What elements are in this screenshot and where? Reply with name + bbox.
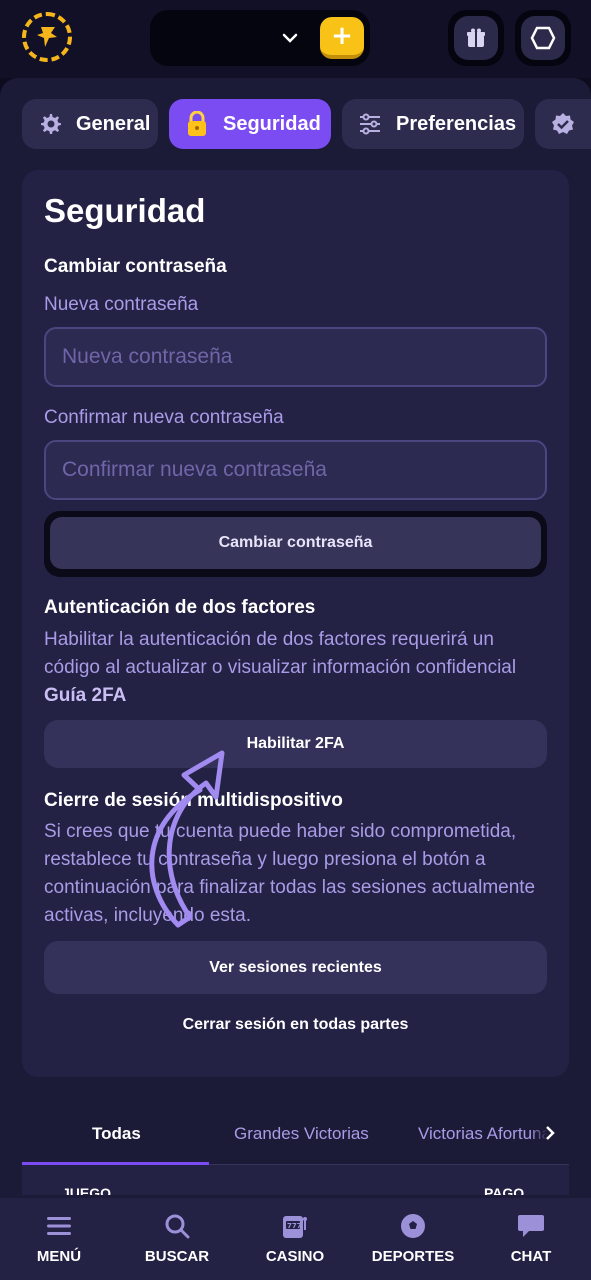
tab-label: General bbox=[76, 112, 151, 135]
confirm-password-label: Confirmar nueva contraseña bbox=[44, 407, 284, 428]
bets-table-header: JUEGO PAGO bbox=[22, 1165, 569, 1195]
search-icon bbox=[163, 1212, 191, 1240]
tab-label: Seguridad bbox=[223, 112, 321, 135]
slot-machine-icon: 777 bbox=[281, 1212, 309, 1240]
settings-tabs: General Seguridad Preferencias bbox=[22, 99, 591, 149]
nav-casino[interactable]: 777 CASINO bbox=[236, 1198, 354, 1280]
gift-button[interactable] bbox=[448, 10, 504, 66]
gear-icon bbox=[36, 110, 64, 138]
tab-verification[interactable] bbox=[535, 99, 591, 149]
two-factor-heading: Autenticación de dos factores bbox=[44, 597, 316, 618]
profile-button[interactable] bbox=[515, 10, 571, 66]
lucky-seven-logo-icon[interactable] bbox=[22, 12, 72, 62]
verified-badge-icon bbox=[549, 110, 577, 138]
nav-label: DEPORTES bbox=[371, 1248, 455, 1265]
menu-icon bbox=[45, 1212, 73, 1240]
change-password-button-frame: Cambiar contraseña bbox=[44, 511, 547, 577]
top-bar: + bbox=[0, 0, 591, 78]
tab-label: Preferencias bbox=[396, 112, 517, 135]
nav-search[interactable]: BUSCAR bbox=[118, 1198, 236, 1280]
enable-2fa-button[interactable]: Habilitar 2FA bbox=[44, 720, 547, 768]
guide-2fa-link[interactable]: Guía 2FA bbox=[44, 685, 126, 706]
two-factor-description: Habilitar la autenticación de dos factor… bbox=[44, 626, 547, 710]
new-password-label: Nueva contraseña bbox=[44, 294, 199, 315]
change-password-button[interactable]: Cambiar contraseña bbox=[50, 517, 541, 569]
sliders-icon bbox=[356, 110, 384, 138]
recent-sessions-button[interactable]: Ver sesiones recientes bbox=[44, 941, 547, 994]
tab-security[interactable]: Seguridad bbox=[169, 99, 331, 149]
chat-bubble-icon bbox=[517, 1212, 545, 1240]
chevron-right-icon[interactable] bbox=[530, 1120, 570, 1146]
column-game: JUEGO bbox=[62, 1185, 112, 1195]
tab-big-wins[interactable]: Grandes Victorias bbox=[234, 1124, 369, 1144]
sessions-description: Si crees que tu cuenta puede haber sido … bbox=[44, 821, 536, 926]
deposit-button[interactable]: + bbox=[320, 17, 364, 59]
svg-text:777: 777 bbox=[287, 1222, 302, 1230]
chevron-down-icon[interactable] bbox=[280, 28, 300, 48]
nav-menu[interactable]: MENÚ bbox=[0, 1198, 118, 1280]
nav-label: CASINO bbox=[265, 1248, 325, 1265]
wallet-selector[interactable]: + bbox=[150, 10, 370, 66]
page-title: Seguridad bbox=[44, 192, 206, 229]
two-factor-text: Habilitar la autenticación de dos factor… bbox=[44, 629, 517, 678]
change-password-heading: Cambiar contraseña bbox=[44, 256, 227, 277]
new-password-field[interactable]: Nueva contraseña bbox=[44, 327, 547, 387]
tab-all-bets[interactable]: Todas bbox=[92, 1124, 141, 1144]
nav-label: MENÚ bbox=[36, 1248, 82, 1265]
sessions-heading: Cierre de sesión multidispositivo bbox=[44, 790, 343, 811]
soccer-ball-icon bbox=[399, 1212, 427, 1240]
nav-sports[interactable]: DEPORTES bbox=[354, 1198, 472, 1280]
confirm-password-field[interactable]: Confirmar nueva contraseña bbox=[44, 440, 547, 500]
tab-preferences[interactable]: Preferencias bbox=[342, 99, 524, 149]
hexagon-icon bbox=[521, 16, 565, 60]
column-payout: PAGO bbox=[484, 1185, 525, 1195]
bottom-nav: MENÚ BUSCAR 777 CASINO DEPORTES CHAT bbox=[0, 1198, 591, 1280]
lock-icon bbox=[183, 110, 211, 138]
nav-label: BUSCAR bbox=[144, 1248, 210, 1265]
nav-chat[interactable]: CHAT bbox=[472, 1198, 590, 1280]
logout-everywhere-button[interactable]: Cerrar sesión en todas partes bbox=[44, 1016, 547, 1034]
nav-label: CHAT bbox=[510, 1248, 552, 1265]
tab-general[interactable]: General bbox=[22, 99, 158, 149]
gift-icon bbox=[454, 16, 498, 60]
